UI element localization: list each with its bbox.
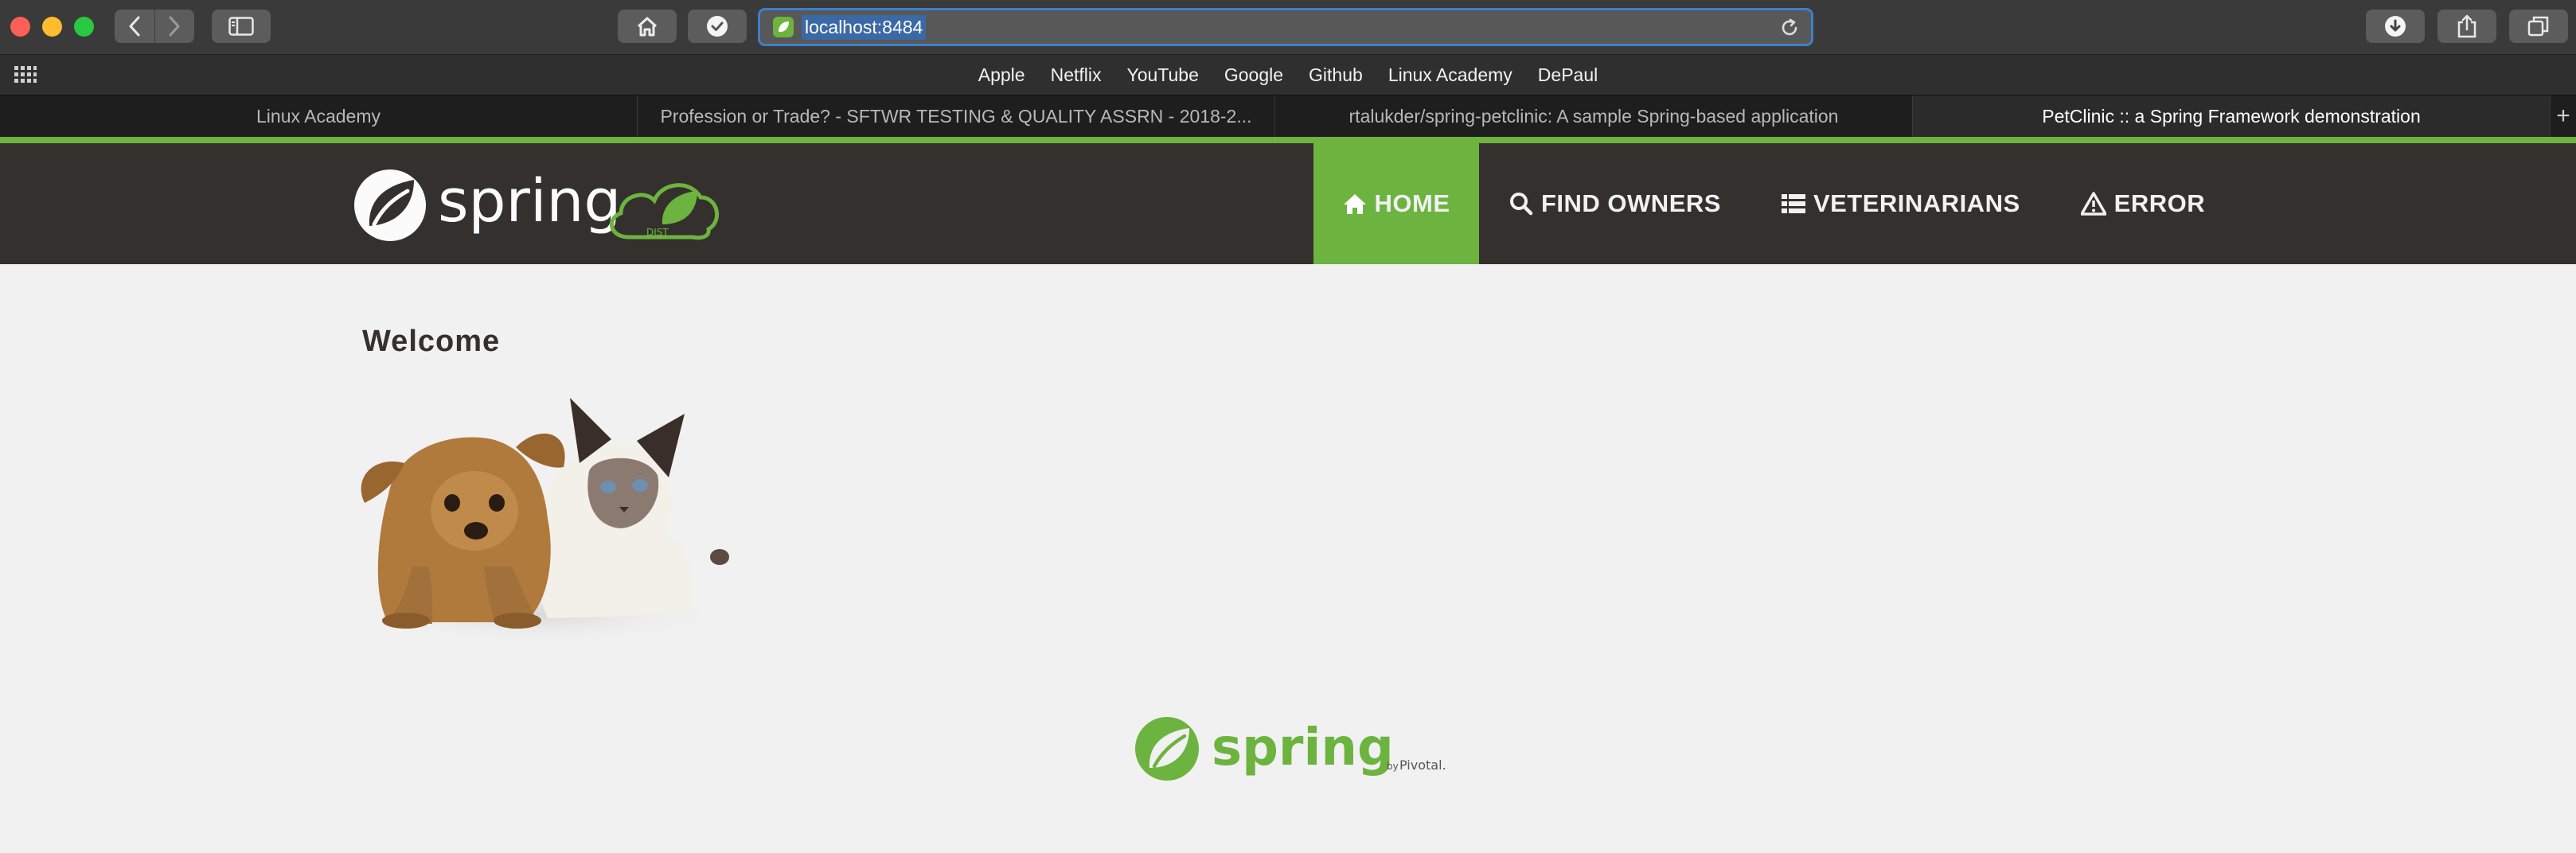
tabs-icon [2527, 16, 2549, 37]
nav-error-label: ERROR [2113, 189, 2206, 217]
forward-icon [169, 16, 180, 37]
spring-leaf-icon [779, 21, 789, 33]
share-button[interactable] [2437, 10, 2496, 43]
nav-find-owners[interactable]: FIND OWNERS [1479, 143, 1751, 264]
new-tab-button[interactable]: + [2551, 95, 2576, 137]
download-icon [2385, 16, 2406, 37]
minimize-window-button[interactable] [42, 17, 62, 37]
favorite-linux-academy[interactable]: Linux Academy [1388, 64, 1512, 86]
list-icon [1781, 194, 1805, 213]
brand-logo-text: spring [438, 167, 621, 236]
search-icon [1510, 193, 1533, 216]
sidebar-toggle-button[interactable] [212, 10, 271, 43]
tab-profession-or-trade[interactable]: Profession or Trade? - SFTWR TESTING & Q… [638, 95, 1275, 137]
site-favicon [773, 17, 794, 37]
footer-logo-text: spring [1212, 719, 1394, 777]
favorite-apple[interactable]: Apple [978, 64, 1025, 86]
main-nav: HOME FIND OWNERS VETERINARIANS ERROR [1313, 143, 2235, 264]
url-text[interactable]: localhost:8484 [802, 14, 927, 40]
spring-logo[interactable]: spring DIST [350, 156, 724, 251]
downloads-button[interactable] [2366, 10, 2425, 43]
tab-bar: Linux Academy Profession or Trade? - SFT… [0, 95, 2576, 138]
warning-icon [2080, 192, 2106, 216]
back-forward-group [115, 10, 194, 43]
favorite-depaul[interactable]: DePaul [1538, 64, 1598, 86]
browser-toolbar: localhost:8484 [0, 0, 2576, 55]
checkmark-icon [707, 16, 728, 37]
home-icon [1343, 194, 1366, 214]
nav-home-label: HOME [1374, 189, 1450, 217]
brand-badge-text: DIST [646, 227, 669, 238]
back-icon [129, 16, 140, 37]
tab-linux-academy[interactable]: Linux Academy [0, 95, 638, 137]
share-icon [2457, 14, 2476, 38]
nav-find-owners-label: FIND OWNERS [1541, 189, 1721, 217]
nav-veterinarians[interactable]: VETERINARIANS [1751, 143, 2051, 264]
forward-button[interactable] [154, 10, 195, 43]
maximize-window-button[interactable] [74, 17, 94, 37]
favorites-list: Apple Netflix YouTube Google Github Linu… [0, 55, 2576, 95]
reload-icon[interactable] [1779, 18, 1800, 38]
favorite-google[interactable]: Google [1224, 64, 1283, 86]
petclinic-cloud-badge: DIST [610, 183, 719, 240]
sidebar-icon [228, 17, 254, 36]
address-bar[interactable]: localhost:8484 [758, 8, 1813, 46]
show-tabs-button[interactable] [2509, 10, 2568, 43]
favorites-bar: Apple Netflix YouTube Google Github Linu… [0, 55, 2576, 95]
nav-error[interactable]: ERROR [2051, 143, 2235, 264]
favorite-github[interactable]: Github [1309, 64, 1363, 86]
home-button[interactable] [618, 10, 677, 43]
home-icon [637, 17, 658, 37]
header-accent-strip [0, 137, 2576, 143]
tab-spring-petclinic-github[interactable]: rtalukder/spring-petclinic: A sample Spr… [1275, 95, 1913, 137]
pets-image [357, 398, 729, 646]
favorite-netflix[interactable]: Netflix [1051, 64, 1102, 86]
extension-button[interactable] [688, 10, 747, 43]
favorite-youtube[interactable]: YouTube [1126, 64, 1198, 86]
close-window-button[interactable] [10, 17, 30, 37]
site-navbar: spring DIST HOME FIND OWNERS VETERINARIA… [0, 143, 2576, 264]
footer-pivotal-text: Pivotal. [1399, 758, 1446, 773]
nav-home[interactable]: HOME [1313, 143, 1479, 264]
footer-by-text: by [1387, 761, 1399, 772]
tab-petclinic[interactable]: PetClinic :: a Spring Framework demonstr… [1913, 95, 2551, 137]
footer-spring-by-pivotal-logo: spring by Pivotal. [1135, 717, 1446, 781]
welcome-heading: Welcome [362, 325, 501, 358]
nav-veterinarians-label: VETERINARIANS [1813, 189, 2020, 217]
back-button[interactable] [115, 10, 154, 43]
